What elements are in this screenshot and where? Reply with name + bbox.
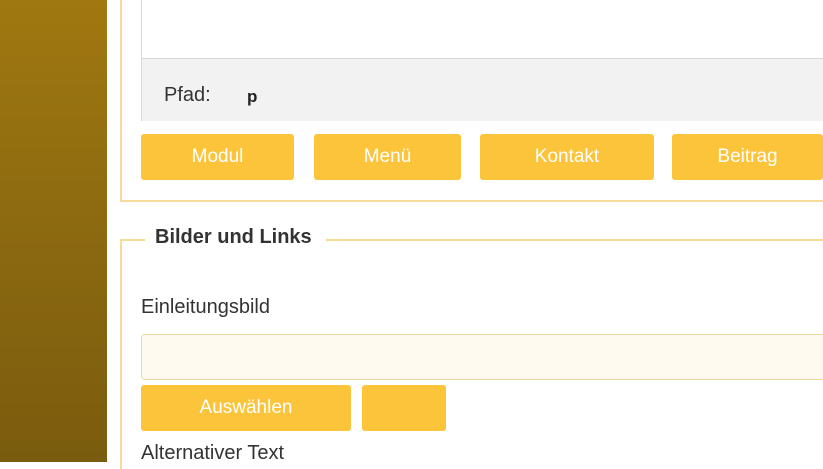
clear-image-button[interactable]	[362, 385, 446, 431]
path-value: p	[247, 87, 258, 106]
intro-image-input[interactable]	[141, 334, 823, 380]
editor-statusbar: Pfad: p	[142, 58, 823, 121]
images-section-legend: Bilder und Links	[145, 226, 326, 249]
select-image-button[interactable]: Auswählen	[141, 385, 351, 431]
menu-button[interactable]: Menü	[314, 134, 461, 180]
images-fieldset-border-left	[120, 239, 122, 469]
kontakt-button[interactable]: Kontakt	[480, 134, 654, 180]
intro-image-label: Einleitungsbild	[141, 296, 270, 318]
modul-button[interactable]: Modul	[141, 134, 294, 180]
path-label: Pfad:	[164, 84, 211, 106]
beitrag-button[interactable]: Beitrag	[672, 134, 823, 180]
admin-sidebar	[0, 0, 107, 462]
text-editor[interactable]: Pfad: p	[141, 0, 823, 121]
sidebar-divider	[107, 0, 113, 462]
